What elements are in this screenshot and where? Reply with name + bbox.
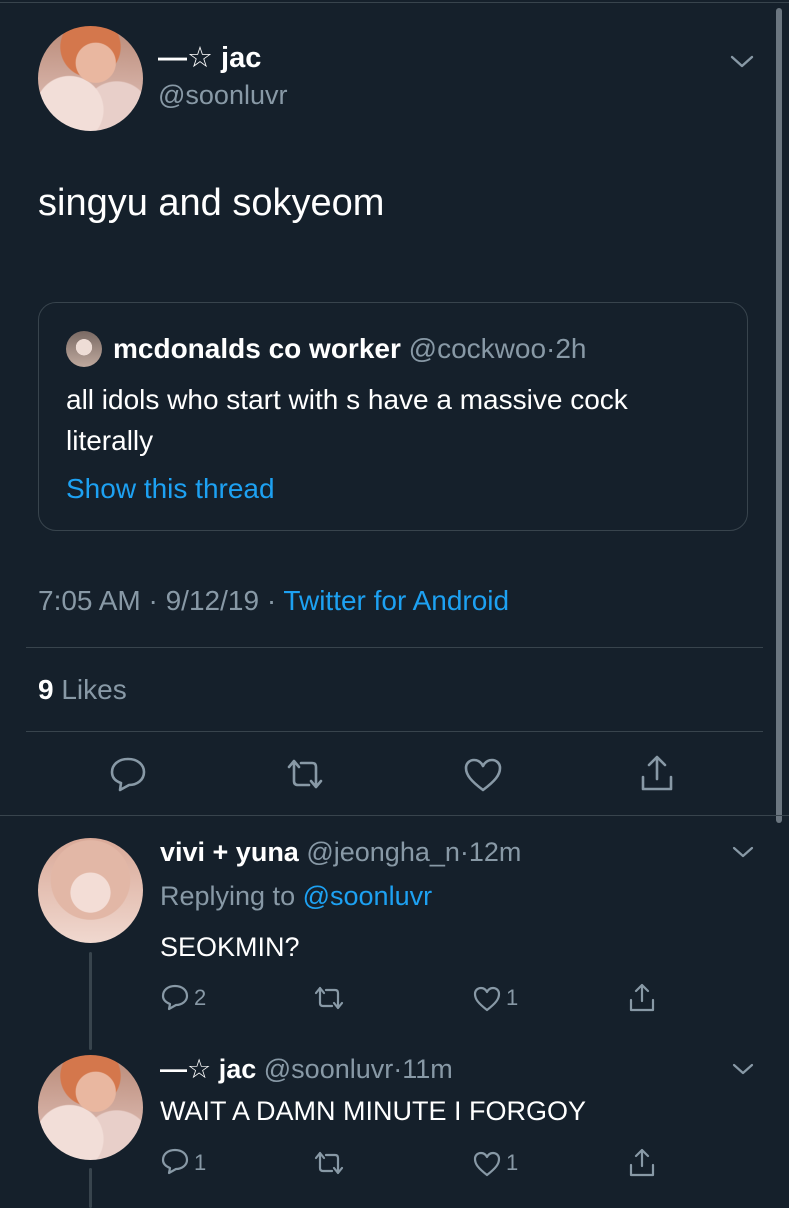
quoted-display-name: mcdonalds co worker <box>113 333 401 364</box>
share-icon[interactable] <box>637 753 677 793</box>
tweet-meta: 7:05 AM · 9/12/19 · Twitter for Android <box>38 585 509 617</box>
retweet-icon[interactable] <box>312 985 346 1011</box>
likes-stat[interactable]: 9 Likes <box>38 674 127 706</box>
reply-handle[interactable]: @jeongha_n <box>306 837 460 867</box>
tweet-timestamp: 7:05 AM · 9/12/19 · <box>38 585 277 616</box>
reply-icon[interactable] <box>160 983 190 1011</box>
thread-line <box>89 952 92 1050</box>
author-display-name[interactable]: —☆ jac <box>158 40 261 75</box>
retweet-icon[interactable] <box>312 1150 346 1176</box>
replying-to-label: Replying to <box>160 881 296 911</box>
reply-count: 2 <box>194 985 207 1010</box>
reply-handle[interactable]: @soonluvr <box>264 1054 393 1084</box>
quoted-text-line1: all idols who start with s have a massiv… <box>66 384 628 415</box>
chevron-down-icon[interactable] <box>728 52 756 72</box>
replying-to-handle[interactable]: @soonluvr <box>303 881 432 911</box>
likes-count: 9 <box>38 674 54 705</box>
reply-author-line: vivi + yuna @jeongha_n·12m <box>160 837 521 868</box>
like-count: 1 <box>506 1150 519 1175</box>
quoted-author-line: mcdonalds co worker @cockwoo·2h <box>113 333 587 365</box>
reply-display-name[interactable]: —☆ jac <box>160 1054 256 1084</box>
share-icon[interactable] <box>627 1146 657 1178</box>
like-icon[interactable] <box>472 985 502 1012</box>
scrollbar[interactable] <box>776 8 782 823</box>
reply-author-line: —☆ jac @soonluvr·11m <box>160 1054 453 1085</box>
replying-to-line: Replying to @soonluvr <box>160 881 432 912</box>
retweet-icon[interactable] <box>283 757 327 791</box>
reply-time: 11m <box>402 1054 453 1084</box>
quoted-text-line2: literally <box>66 425 154 456</box>
meta-divider <box>26 647 763 648</box>
tweet-text: singyu and sokyeom <box>38 182 385 224</box>
like-icon[interactable] <box>463 757 503 793</box>
quoted-time: 2h <box>555 333 587 364</box>
thread-line <box>89 1168 92 1208</box>
chevron-down-icon[interactable] <box>730 1060 756 1078</box>
reply-display-name[interactable]: vivi + yuna <box>160 837 299 867</box>
quoted-handle: @cockwoo <box>408 333 547 364</box>
like-count: 1 <box>506 985 519 1010</box>
reply-time: 12m <box>468 837 522 867</box>
reply-text: SEOKMIN? <box>160 932 300 962</box>
main-tweet-divider <box>0 815 789 816</box>
reply-separator: · <box>459 837 469 867</box>
reply-count: 1 <box>194 1150 207 1175</box>
avatar[interactable] <box>38 26 143 131</box>
quoted-separator: · <box>546 333 556 364</box>
top-divider <box>0 2 789 3</box>
reply-text: WAIT A DAMN MINUTE I FORGOY <box>160 1096 587 1126</box>
share-icon[interactable] <box>627 981 657 1013</box>
quoted-avatar <box>66 331 102 367</box>
author-handle[interactable]: @soonluvr <box>158 80 287 111</box>
show-thread-link[interactable]: Show this thread <box>66 473 275 505</box>
likes-label: Likes <box>61 674 127 705</box>
reply-separator: · <box>393 1054 403 1084</box>
reply-icon[interactable] <box>160 1147 190 1175</box>
quoted-tweet-card[interactable]: mcdonalds co worker @cockwoo·2h all idol… <box>38 302 748 531</box>
avatar[interactable] <box>38 1055 143 1160</box>
reply-icon[interactable] <box>108 755 148 793</box>
chevron-down-icon[interactable] <box>730 843 756 861</box>
tweet-source-link[interactable]: Twitter for Android <box>283 585 509 616</box>
like-icon[interactable] <box>472 1150 502 1177</box>
avatar[interactable] <box>38 838 143 943</box>
stats-divider <box>26 731 763 732</box>
